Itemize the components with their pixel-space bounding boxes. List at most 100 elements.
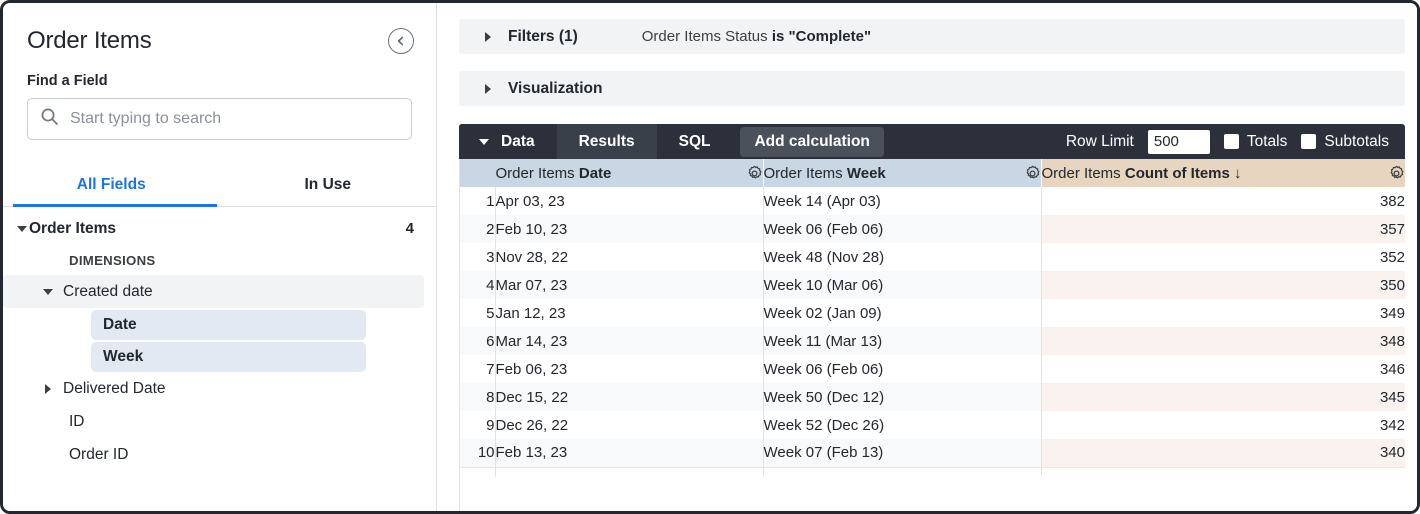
tree-node-week[interactable]: Week — [91, 342, 366, 372]
tree-node-created-date[interactable]: Created date — [3, 275, 424, 308]
chevron-left-circle-icon[interactable] — [388, 28, 414, 54]
cell-count: 350 — [1041, 271, 1405, 299]
cell-count: 346 — [1041, 355, 1405, 383]
table-row[interactable]: 8Dec 15, 22Week 50 (Dec 12)345 — [460, 383, 1405, 411]
cell-week: Week 11 (Mar 13) — [763, 327, 1041, 355]
tree-node-label: Created date — [63, 283, 153, 301]
cell-week: Week 48 (Nov 28) — [763, 243, 1041, 271]
table-body: 1Apr 03, 23Week 14 (Apr 03)382 2Feb 10, … — [460, 187, 1405, 477]
cell-week: Week 06 (Feb 06) — [763, 355, 1041, 383]
data-toolbar: Data Results SQL Add calculation Row Lim… — [459, 124, 1405, 159]
search-field-container[interactable] — [27, 98, 412, 140]
tab-in-use[interactable]: In Use — [220, 168, 437, 206]
cell-date: Jan 12, 23 — [495, 299, 763, 327]
tab-sql-label: SQL — [679, 133, 711, 151]
checkbox-square-icon — [1301, 134, 1316, 149]
table-row[interactable]: 10Feb 13, 23Week 07 (Feb 13)340 — [460, 439, 1405, 467]
row-number: 1 — [460, 187, 495, 215]
tree-node-label: Order Items — [29, 220, 116, 238]
filters-section-header[interactable]: Filters (1) Order Items Status is "Compl… — [459, 19, 1405, 54]
table-row-partial[interactable] — [460, 467, 1405, 477]
tree-node-delivered-date[interactable]: Delivered Date — [3, 372, 436, 405]
row-limit-input[interactable] — [1148, 130, 1210, 154]
column-header-label: Order Items Date — [496, 165, 612, 182]
table-row[interactable]: 7Feb 06, 23Week 06 (Feb 06)346 — [460, 355, 1405, 383]
results-table: Order Items Date — [460, 159, 1405, 477]
chevron-right-icon — [485, 32, 491, 42]
filter-expression: Order Items Status is "Complete" — [642, 28, 871, 45]
cell-date: Nov 28, 22 — [495, 243, 763, 271]
results-table-container[interactable]: Order Items Date — [459, 159, 1405, 511]
table-row[interactable]: 3Nov 28, 22Week 48 (Nov 28)352 — [460, 243, 1405, 271]
cell-count: 352 — [1041, 243, 1405, 271]
column-header-label: Order Items Count of Items ↓ — [1042, 165, 1242, 182]
tab-sql[interactable]: SQL — [657, 124, 733, 159]
cell-date: Dec 15, 22 — [495, 383, 763, 411]
tree-node-order-items[interactable]: Order Items 4 — [3, 212, 436, 245]
cell-week: Week 10 (Mar 06) — [763, 271, 1041, 299]
sort-descending-icon: ↓ — [1230, 165, 1242, 182]
cell-week — [763, 467, 1041, 477]
cell-count: 340 — [1041, 439, 1405, 467]
visualization-label: Visualization — [508, 80, 602, 98]
tree-node-id[interactable]: ID — [3, 405, 436, 438]
column-header-week[interactable]: Order Items Week — [763, 159, 1041, 187]
row-number: 6 — [460, 327, 495, 355]
cell-count: 345 — [1041, 383, 1405, 411]
gear-icon[interactable] — [746, 165, 763, 182]
table-row[interactable]: 9Dec 26, 22Week 52 (Dec 26)342 — [460, 411, 1405, 439]
tree-node-date[interactable]: Date — [91, 310, 366, 340]
tree-node-label: Week — [103, 348, 143, 366]
table-row[interactable]: 1Apr 03, 23Week 14 (Apr 03)382 — [460, 187, 1405, 215]
totals-checkbox[interactable]: Totals — [1224, 133, 1288, 151]
row-number: 2 — [460, 215, 495, 243]
cell-date: Mar 07, 23 — [495, 271, 763, 299]
tree-section-dimensions: DIMENSIONS — [3, 245, 436, 275]
gear-icon[interactable] — [1024, 165, 1041, 182]
filter-operator: is — [772, 28, 789, 45]
cell-count: 349 — [1041, 299, 1405, 327]
column-header-label: Order Items Week — [764, 165, 886, 182]
cell-date: Mar 14, 23 — [495, 327, 763, 355]
cell-date: Feb 10, 23 — [495, 215, 763, 243]
checkbox-square-icon — [1224, 134, 1239, 149]
cell-date: Apr 03, 23 — [495, 187, 763, 215]
cell-week: Week 52 (Dec 26) — [763, 411, 1041, 439]
search-input[interactable] — [70, 110, 399, 128]
cell-week: Week 06 (Feb 06) — [763, 215, 1041, 243]
cell-count: 342 — [1041, 411, 1405, 439]
row-number: 8 — [460, 383, 495, 411]
tab-results[interactable]: Results — [557, 124, 657, 159]
sidebar-header: Order Items — [3, 3, 436, 55]
tab-all-fields[interactable]: All Fields — [3, 168, 220, 206]
tab-data-label: Data — [501, 133, 535, 151]
tab-results-label: Results — [579, 133, 635, 151]
table-row[interactable]: 2Feb 10, 23Week 06 (Feb 06)357 — [460, 215, 1405, 243]
gear-icon[interactable] — [1388, 165, 1405, 182]
row-number-header — [460, 159, 495, 187]
cell-date: Feb 13, 23 — [495, 439, 763, 467]
cell-count: 382 — [1041, 187, 1405, 215]
row-number — [460, 467, 495, 477]
row-number: 9 — [460, 411, 495, 439]
table-row[interactable]: 4Mar 07, 23Week 10 (Mar 06)350 — [460, 271, 1405, 299]
column-header-date[interactable]: Order Items Date — [495, 159, 763, 187]
table-row[interactable]: 6Mar 14, 23Week 11 (Mar 13)348 — [460, 327, 1405, 355]
tree-node-order-id[interactable]: Order ID — [3, 438, 436, 471]
tree-node-label: ID — [69, 413, 85, 431]
cell-week: Week 14 (Apr 03) — [763, 187, 1041, 215]
chevron-down-icon[interactable] — [15, 226, 29, 232]
visualization-section-header[interactable]: Visualization — [459, 71, 1405, 106]
subtotals-checkbox[interactable]: Subtotals — [1301, 133, 1389, 151]
page-title: Order Items — [27, 27, 152, 55]
add-calculation-button[interactable]: Add calculation — [740, 127, 883, 157]
chevron-right-icon[interactable] — [41, 384, 55, 394]
chevron-down-icon[interactable] — [41, 289, 55, 295]
tab-data[interactable]: Data — [459, 124, 557, 159]
row-number: 5 — [460, 299, 495, 327]
table-row[interactable]: 5Jan 12, 23Week 02 (Jan 09)349 — [460, 299, 1405, 327]
column-header-count-of-items[interactable]: Order Items Count of Items ↓ — [1041, 159, 1405, 187]
filter-field-label: Order Items Status — [642, 28, 772, 45]
cell-date — [495, 467, 763, 477]
cell-count — [1041, 467, 1405, 477]
